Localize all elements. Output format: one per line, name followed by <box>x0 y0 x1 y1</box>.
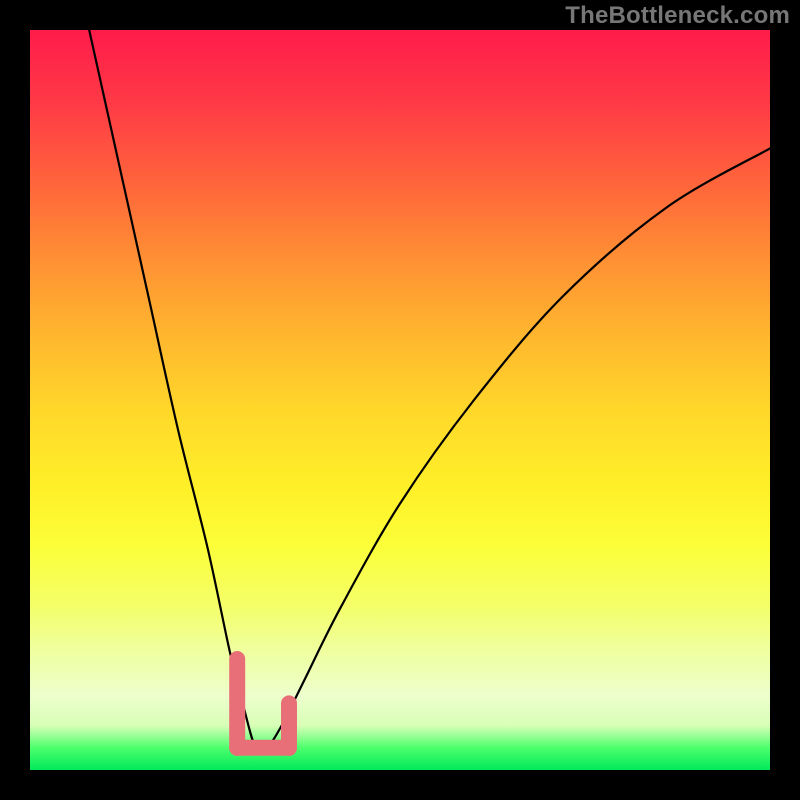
bottleneck-curve <box>89 30 770 752</box>
accent-group <box>237 659 289 748</box>
curve-svg <box>30 30 770 770</box>
chart-frame: TheBottleneck.com <box>0 0 800 800</box>
plot-area <box>30 30 770 770</box>
attribution-text: TheBottleneck.com <box>565 2 790 30</box>
